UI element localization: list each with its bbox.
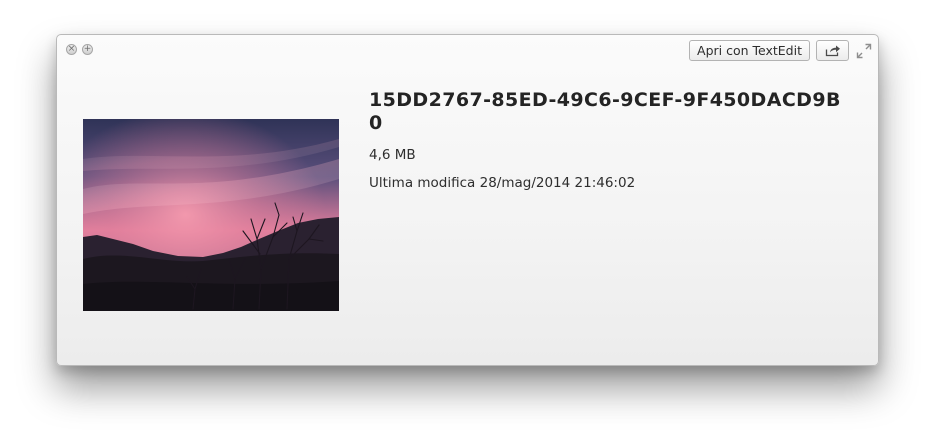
sunset-landscape-image bbox=[83, 119, 339, 311]
share-icon bbox=[825, 45, 840, 57]
zoom-icon[interactable]: + bbox=[82, 44, 93, 55]
share-button[interactable] bbox=[816, 40, 849, 61]
window-controls: × + bbox=[66, 44, 93, 55]
modified-date: Ultima modifica 28/mag/2014 21:46:02 bbox=[369, 175, 636, 191]
file-name: 15DD2767-85ED-49C6-9CEF-9F450DACD9B0 bbox=[369, 89, 841, 134]
file-size: 4,6 MB bbox=[369, 147, 416, 163]
fullscreen-icon[interactable] bbox=[856, 43, 872, 59]
toolbar: Apri con TextEdit bbox=[689, 40, 872, 61]
close-icon[interactable]: × bbox=[66, 44, 77, 55]
file-info: 15DD2767-85ED-49C6-9CEF-9F450DACD9B0 4,6… bbox=[369, 89, 849, 191]
file-thumbnail bbox=[83, 119, 339, 311]
desktop-backdrop: × + Apri con TextEdit 15DD2767-85ED-49C6… bbox=[0, 0, 936, 445]
open-with-button[interactable]: Apri con TextEdit bbox=[689, 40, 810, 61]
quick-look-window: × + Apri con TextEdit 15DD2767-85ED-49C6… bbox=[56, 34, 879, 366]
